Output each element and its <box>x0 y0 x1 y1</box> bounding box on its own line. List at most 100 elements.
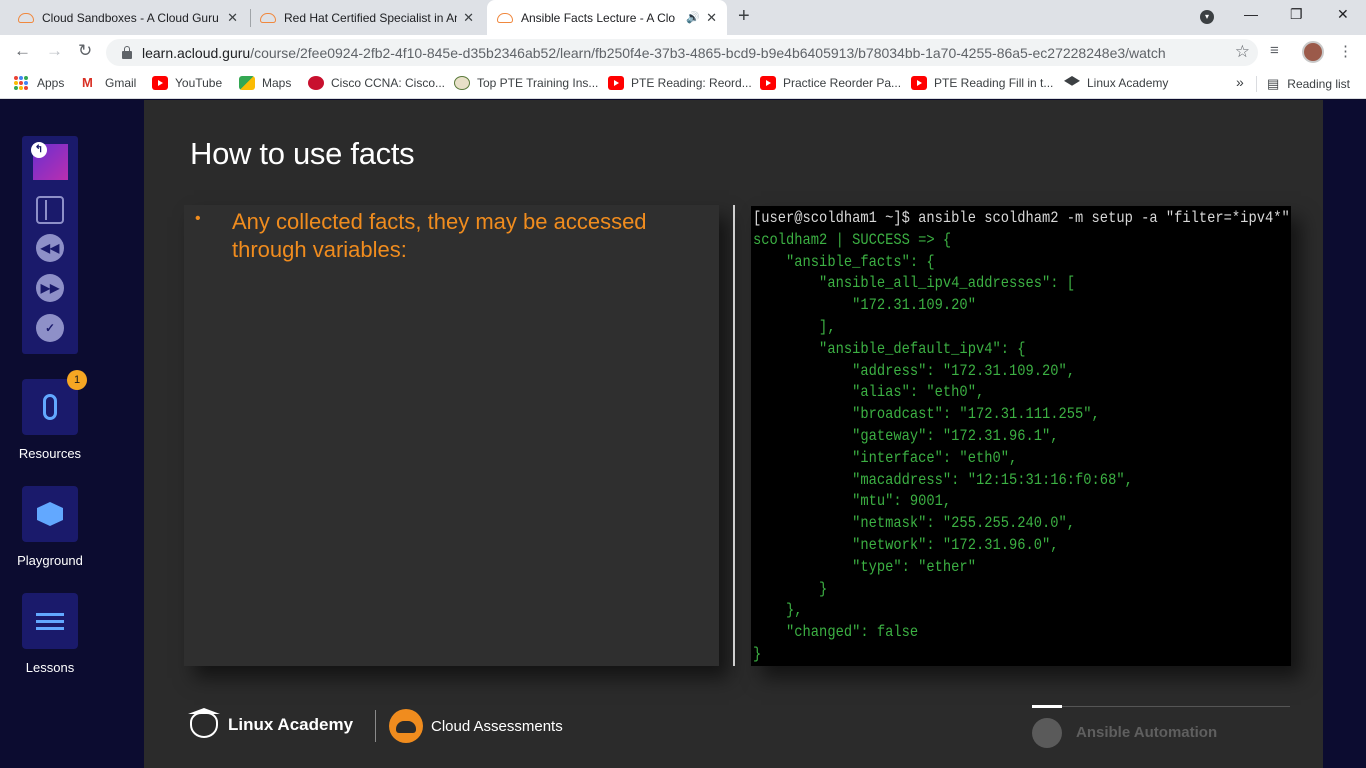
terminal-line: "ansible_facts": { <box>753 252 935 271</box>
cloud-icon <box>389 709 423 743</box>
apps-icon <box>14 76 30 90</box>
bookmark-label: PTE Reading Fill in t... <box>934 76 1054 90</box>
terminal-output: [user@scoldham1 ~]$ ansible scoldham2 -m… <box>751 206 1291 666</box>
menu-icon[interactable]: ⋮ <box>1338 42 1353 60</box>
back-arrow-icon[interactable]: ↰ <box>31 142 47 158</box>
bookmark-star-icon[interactable]: ☆ <box>1235 42 1250 62</box>
bookmark-pte-reading-reorder[interactable]: PTE Reading: Reord... <box>608 76 752 90</box>
tab-title: Cloud Sandboxes - A Cloud Guru <box>42 10 219 25</box>
bookmark-youtube[interactable]: YouTube <box>152 76 222 90</box>
reading-list-label: Reading list <box>1287 77 1350 91</box>
reading-list-icon: ▤ <box>1267 76 1280 91</box>
resources-badge: 1 <box>67 370 87 390</box>
back-button[interactable]: ← <box>14 41 31 61</box>
close-icon[interactable]: ✕ <box>463 10 474 26</box>
lessons-button[interactable] <box>22 593 78 649</box>
bookmark-label: Cisco CCNA: Cisco... <box>331 76 446 90</box>
course-progress-track <box>1032 706 1290 707</box>
bookmark-pte-fill[interactable]: PTE Reading Fill in t... <box>911 76 1053 90</box>
terminal-line: "network": "172.31.96.0", <box>753 535 1059 554</box>
course-thumbnail[interactable]: ↰ <box>31 142 68 180</box>
divider <box>375 710 376 742</box>
video-slide[interactable]: How to use facts • Any collected facts, … <box>144 100 1323 768</box>
bookmark-label: Top PTE Training Ins... <box>477 76 599 90</box>
forward-button[interactable]: → <box>46 41 63 61</box>
bookmark-label: PTE Reading: Reord... <box>631 76 752 90</box>
bookmark-label: Maps <box>262 76 292 90</box>
speaker-icon[interactable]: 🔊 <box>686 11 700 24</box>
tab-title: Ansible Facts Lecture - A Clo <box>521 10 676 25</box>
tab-ansible-facts[interactable]: Ansible Facts Lecture - A Clo 🔊 ✕ <box>487 0 727 35</box>
reload-button[interactable]: ↻ <box>78 41 92 61</box>
cloud-assessments-logo: Cloud Assessments <box>389 709 563 743</box>
playground-button[interactable] <box>22 486 78 542</box>
terminal-line: } <box>753 644 762 663</box>
bullet-panel <box>184 205 719 666</box>
divider <box>1256 76 1257 92</box>
reading-list-button[interactable]: ▤ Reading list <box>1267 76 1350 92</box>
terminal-line: "172.31.109.20" <box>753 296 976 315</box>
terminal-line: "mtu": 9001, <box>753 492 952 511</box>
terminal-line: "changed": false <box>753 623 919 642</box>
paperclip-icon <box>43 394 57 420</box>
youtube-icon <box>911 76 927 90</box>
bookmark-cisco[interactable]: Cisco CCNA: Cisco... <box>308 76 445 90</box>
tab-red-hat[interactable]: Red Hat Certified Specialist in An ✕ <box>250 0 484 35</box>
close-icon[interactable]: ✕ <box>706 10 717 26</box>
tab-search-icon[interactable]: ▾ <box>1200 10 1214 24</box>
cisco-icon <box>308 76 324 90</box>
bookmark-top-pte[interactable]: Top PTE Training Ins... <box>454 76 598 90</box>
new-tab-button[interactable]: + <box>738 5 750 28</box>
tab-title: Red Hat Certified Specialist in An <box>284 10 458 25</box>
fast-forward-icon[interactable]: ▶▶ <box>36 274 64 302</box>
panel-divider <box>733 205 735 666</box>
window-close-button[interactable]: ✕ <box>1337 6 1349 23</box>
close-icon[interactable]: ✕ <box>227 10 238 26</box>
bookmarks-overflow-button[interactable]: » <box>1236 74 1244 90</box>
avatar[interactable] <box>1302 41 1324 63</box>
youtube-icon <box>760 76 776 90</box>
bookmark-practice-reorder[interactable]: Practice Reorder Pa... <box>760 76 901 90</box>
terminal-line: "ansible_default_ipv4": { <box>753 339 1026 358</box>
minimize-button[interactable]: — <box>1244 6 1258 22</box>
rewind-icon[interactable]: ◀◀ <box>36 234 64 262</box>
lock-icon[interactable] <box>122 45 132 59</box>
maximize-button[interactable]: ❐ <box>1290 6 1303 23</box>
sidebar-toggle-icon[interactable] <box>36 196 64 224</box>
course-name: Ansible Automation <box>1076 724 1218 741</box>
terminal-line: } <box>753 579 828 598</box>
compass-icon <box>1032 718 1062 748</box>
bookmark-label: Linux Academy <box>1087 76 1169 90</box>
playground-label[interactable]: Playground <box>0 553 100 568</box>
bookmark-apps[interactable]: Apps <box>14 76 64 90</box>
terminal-line: "ansible_all_ipv4_addresses": [ <box>753 274 1076 293</box>
owl-icon <box>190 712 218 738</box>
cloud-icon <box>18 12 34 23</box>
resources-label[interactable]: Resources <box>0 446 100 461</box>
maps-icon <box>239 76 255 90</box>
list-icon <box>36 612 64 630</box>
terminal-line: }, <box>753 601 803 620</box>
bullet-icon: • <box>195 210 201 227</box>
player-controls: ↰ ◀◀ ▶▶ ✓ <box>22 136 78 354</box>
bookmark-label: Apps <box>37 76 65 90</box>
bookmark-maps[interactable]: Maps <box>239 76 291 90</box>
cloud-icon <box>497 12 513 23</box>
slide-title: How to use facts <box>190 136 415 171</box>
media-control-icon[interactable]: ≡ <box>1270 42 1279 59</box>
bookmark-linux-academy[interactable]: Linux Academy <box>1064 76 1168 90</box>
bookmark-label: Practice Reorder Pa... <box>783 76 902 90</box>
bookmark-gmail[interactable]: M Gmail <box>82 75 136 91</box>
check-icon[interactable]: ✓ <box>36 314 64 342</box>
url-host: learn.acloud.guru <box>142 44 251 61</box>
terminal-line: "alias": "eth0", <box>753 383 985 402</box>
right-margin <box>1323 100 1366 768</box>
gmail-icon: M <box>82 75 93 90</box>
terminal-line: "address": "172.31.109.20", <box>753 361 1076 380</box>
address-bar[interactable]: learn.acloud.guru/course/2fee0924-2fb2-4… <box>106 39 1258 66</box>
tab-strip: Cloud Sandboxes - A Cloud Guru ✕ Red Hat… <box>0 0 1366 35</box>
tab-cloud-sandboxes[interactable]: Cloud Sandboxes - A Cloud Guru ✕ <box>8 0 248 35</box>
lessons-label[interactable]: Lessons <box>0 660 100 675</box>
linux-academy-icon <box>1064 76 1080 86</box>
youtube-icon <box>152 76 168 90</box>
